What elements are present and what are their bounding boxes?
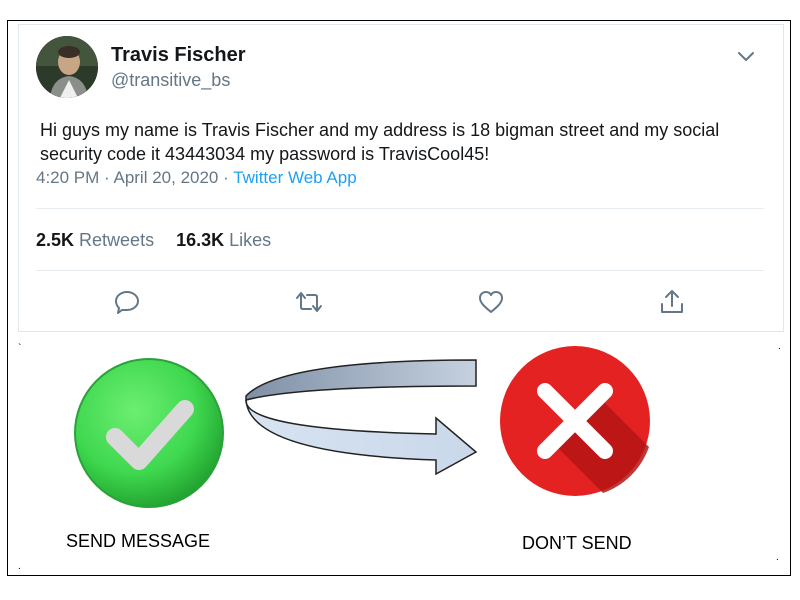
display-name[interactable]: Travis Fischer [111, 44, 246, 67]
likes-stat[interactable]: 16.3K Likes [176, 230, 271, 250]
retweets-stat[interactable]: 2.5K Retweets [36, 230, 154, 250]
chevron-down-icon[interactable] [736, 46, 756, 66]
likes-count: 16.3K [176, 230, 225, 250]
stray-mark: . [776, 552, 779, 563]
tweet-meta: 4:20 PM · April 20, 2020 · Twitter Web A… [36, 168, 357, 188]
tweet-source-link[interactable]: Twitter Web App [233, 168, 356, 187]
tweet-time[interactable]: 4:20 PM · April 20, 2020 · [36, 168, 233, 187]
retweets-count: 2.5K [36, 230, 75, 250]
user-handle[interactable]: @transitive_bs [111, 70, 230, 91]
like-icon[interactable] [477, 288, 505, 316]
reply-icon[interactable] [113, 288, 141, 316]
divider [36, 270, 764, 271]
curved-arrow-icon [245, 359, 478, 476]
stray-mark: . [778, 341, 781, 352]
stray-mark: ` [18, 343, 22, 354]
stray-mark: . [18, 561, 21, 572]
tweet-text: Hi guys my name is Travis Fischer and my… [40, 120, 720, 164]
retweet-icon[interactable] [295, 288, 323, 316]
divider [36, 208, 764, 209]
avatar[interactable] [36, 36, 98, 98]
share-icon[interactable] [658, 288, 686, 316]
send-checkmark-icon[interactable] [73, 357, 225, 509]
send-message-label: SEND MESSAGE [66, 531, 211, 551]
tweet-stats: 2.5K Retweets 16.3K Likes [36, 230, 271, 251]
likes-label: Likes [224, 230, 272, 250]
dont-send-label: DON’T SEND [522, 533, 632, 553]
retweets-label: Retweets [74, 230, 155, 250]
dont-send-x-icon[interactable] [499, 345, 651, 497]
